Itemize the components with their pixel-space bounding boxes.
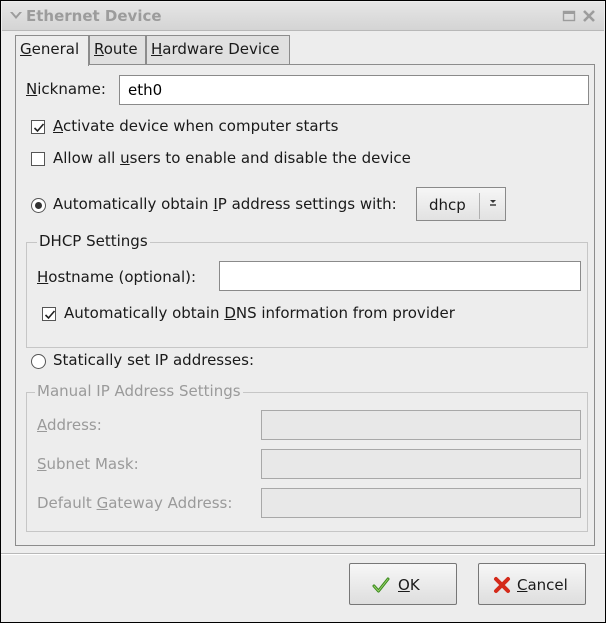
dropdown-arrow-icon bbox=[490, 200, 496, 206]
ip-method-value: dhcp bbox=[429, 196, 466, 214]
dhcp-settings-title: DHCP Settings bbox=[37, 232, 150, 250]
checkmark-icon bbox=[44, 310, 56, 320]
title-bar[interactable]: Ethernet Device bbox=[2, 2, 604, 31]
tab-hardware-device[interactable]: Hardware Device bbox=[146, 35, 290, 64]
dhcp-settings-group: DHCP Settings Hostname (optional): Autom… bbox=[26, 232, 588, 348]
address-input[interactable] bbox=[261, 410, 581, 440]
nickname-label: Nickname: bbox=[26, 80, 106, 98]
button-separator bbox=[1, 553, 605, 555]
auto-ip-radio[interactable] bbox=[31, 198, 46, 213]
static-ip-radio[interactable] bbox=[31, 354, 46, 369]
ok-button[interactable]: OK bbox=[349, 563, 457, 605]
tab-route[interactable]: Route bbox=[89, 35, 146, 64]
general-panel: Nickname: Activate device when computer … bbox=[15, 64, 595, 546]
ok-button-label: OK bbox=[398, 576, 420, 594]
auto-ip-label[interactable]: Automatically obtain IP address settings… bbox=[53, 195, 397, 213]
default-gateway-label: Default Gateway Address: bbox=[37, 494, 233, 512]
default-gateway-input[interactable] bbox=[261, 488, 581, 518]
hostname-input[interactable] bbox=[219, 261, 581, 291]
ethernet-device-window: Ethernet Device General Route Hardware D… bbox=[0, 0, 606, 623]
hostname-label: Hostname (optional): bbox=[37, 268, 197, 286]
static-ip-label[interactable]: Statically set IP addresses: bbox=[53, 351, 254, 369]
checkmark-icon bbox=[33, 123, 45, 133]
cancel-button[interactable]: Cancel bbox=[478, 563, 586, 605]
radio-selected-dot bbox=[35, 202, 42, 209]
cancel-x-icon bbox=[494, 577, 510, 593]
allow-users-label[interactable]: Allow all users to enable and disable th… bbox=[53, 149, 411, 167]
maximize-icon[interactable] bbox=[562, 9, 576, 23]
dropdown-separator bbox=[479, 193, 480, 219]
auto-dns-label[interactable]: Automatically obtain DNS information fro… bbox=[64, 304, 455, 322]
subnet-mask-label: Subnet Mask: bbox=[37, 455, 139, 473]
manual-ip-settings-title: Manual IP Address Settings bbox=[35, 382, 243, 400]
auto-dns-checkbox[interactable] bbox=[42, 307, 56, 321]
tab-general[interactable]: General bbox=[15, 35, 89, 66]
address-label: Address: bbox=[37, 416, 102, 434]
subnet-mask-input[interactable] bbox=[261, 449, 581, 479]
cancel-button-label: Cancel bbox=[517, 576, 568, 594]
chevron-down-icon[interactable] bbox=[9, 9, 23, 23]
activate-device-checkbox[interactable] bbox=[31, 120, 45, 134]
ip-method-dropdown[interactable]: dhcp bbox=[416, 187, 506, 221]
manual-ip-settings-group: Manual IP Address Settings Address: Subn… bbox=[26, 382, 588, 532]
nickname-input[interactable] bbox=[119, 75, 589, 105]
activate-device-label[interactable]: Activate device when computer starts bbox=[53, 117, 338, 135]
close-icon[interactable] bbox=[582, 9, 596, 23]
window-title: Ethernet Device bbox=[26, 7, 162, 25]
allow-users-checkbox[interactable] bbox=[31, 152, 45, 166]
ok-check-icon bbox=[372, 577, 390, 593]
